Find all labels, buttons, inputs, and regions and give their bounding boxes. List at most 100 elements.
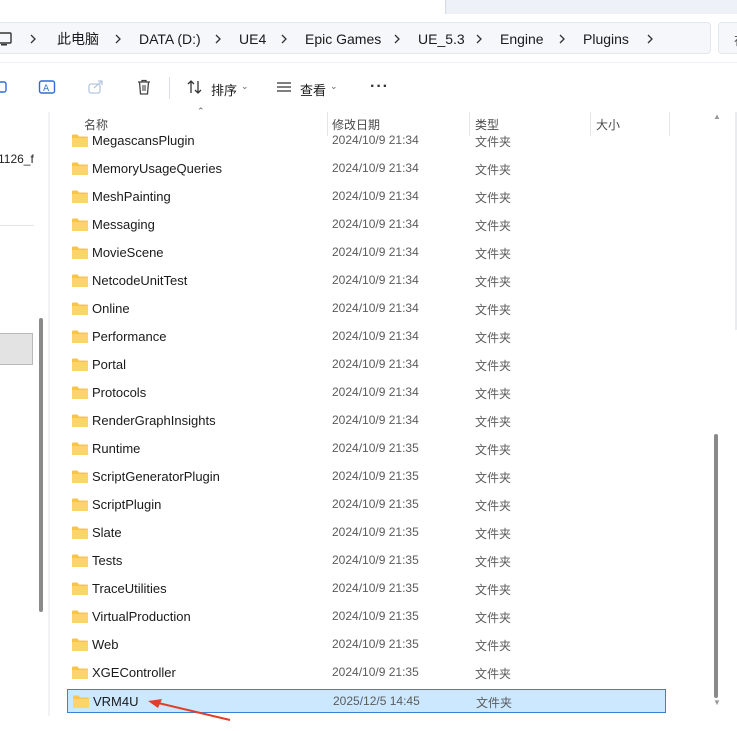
- table-row[interactable]: Protocols 2024/10/9 21:34 文件夹: [67, 381, 666, 405]
- tab-strip-empty: [447, 0, 737, 14]
- nav-item-partial[interactable]: 1126_f: [0, 152, 34, 166]
- file-date: 2024/10/9 21:35: [332, 525, 419, 539]
- breadcrumb-epic-games[interactable]: Epic Games: [305, 30, 381, 48]
- file-name: MovieScene: [92, 245, 164, 260]
- file-list: ⌃ 名称 修改日期 类型 大小 MegascansPlugin 2024/10/9…: [50, 106, 710, 716]
- breadcrumb-plugins[interactable]: Plugins: [583, 30, 629, 48]
- table-row[interactable]: NetcodeUnitTest 2024/10/9 21:34 文件夹: [67, 269, 666, 293]
- breadcrumb-ue4[interactable]: UE4: [239, 30, 266, 48]
- breadcrumb-engine[interactable]: Engine: [500, 30, 544, 48]
- folder-icon: [72, 470, 88, 483]
- file-type: 文件夹: [475, 639, 512, 653]
- folder-icon: [72, 582, 88, 595]
- breadcrumb-chevron-icon[interactable]: [557, 30, 567, 48]
- status-bar: [0, 716, 737, 731]
- file-name: Performance: [92, 329, 167, 344]
- breadcrumb-ue53[interactable]: UE_5.3: [418, 30, 465, 48]
- table-row[interactable]: Slate 2024/10/9 21:35 文件夹: [67, 521, 666, 545]
- file-date: 2024/10/9 21:34: [332, 133, 419, 147]
- breadcrumb-this-pc[interactable]: 此电脑: [57, 30, 99, 48]
- view-chevron-down-icon: ⌄: [330, 81, 338, 91]
- folder-icon: [72, 218, 88, 231]
- table-row[interactable]: RenderGraphInsights 2024/10/9 21:34 文件夹: [67, 409, 666, 433]
- more-options-button[interactable]: ···: [362, 73, 394, 103]
- table-row[interactable]: ScriptPlugin 2024/10/9 21:35 文件夹: [67, 493, 666, 517]
- red-arrow-icon: [148, 699, 231, 721]
- file-type: 文件夹: [475, 163, 512, 177]
- file-name: Runtime: [92, 441, 141, 456]
- table-row[interactable]: Online 2024/10/9 21:34 文件夹: [67, 297, 666, 321]
- scrollbar-thumb[interactable]: [714, 434, 718, 698]
- file-type: 文件夹: [475, 443, 512, 457]
- rename-icon[interactable]: A: [38, 78, 56, 96]
- table-row[interactable]: Portal 2024/10/9 21:34 文件夹: [67, 353, 666, 377]
- file-type: 文件夹: [475, 359, 512, 373]
- file-name: VRM4U: [93, 694, 139, 709]
- file-date: 2024/10/9 21:35: [332, 581, 419, 595]
- breadcrumb-chevron-icon[interactable]: [392, 30, 402, 48]
- share-icon[interactable]: [87, 78, 105, 96]
- file-date: 2024/10/9 21:34: [332, 301, 419, 315]
- breadcrumb-chevron-icon[interactable]: [645, 30, 655, 48]
- breadcrumb-data-drive[interactable]: DATA (D:): [139, 30, 201, 48]
- table-row[interactable]: Messaging 2024/10/9 21:34 文件夹: [67, 213, 666, 237]
- file-type: 文件夹: [475, 275, 512, 289]
- scroll-up-icon[interactable]: ▲: [713, 112, 721, 121]
- file-name: RenderGraphInsights: [92, 413, 216, 428]
- table-row[interactable]: MemoryUsageQueries 2024/10/9 21:34 文件夹: [67, 157, 666, 181]
- file-type: 文件夹: [475, 471, 512, 485]
- table-row[interactable]: MovieScene 2024/10/9 21:34 文件夹: [67, 241, 666, 265]
- file-name: NetcodeUnitTest: [92, 273, 188, 288]
- table-row[interactable]: VirtualProduction 2024/10/9 21:35 文件夹: [67, 605, 666, 629]
- delete-icon[interactable]: [135, 78, 153, 96]
- command-bar: A 排序 ⌄ 查看 ⌄ ···: [0, 62, 737, 112]
- sort-indicator-icon: ⌃: [197, 106, 205, 116]
- file-type: 文件夹: [475, 667, 512, 681]
- view-button[interactable]: 查看: [300, 80, 326, 99]
- file-name: MeshPainting: [92, 189, 171, 204]
- view-icon[interactable]: [275, 78, 293, 96]
- sort-button[interactable]: 排序: [211, 80, 237, 99]
- table-row[interactable]: MegascansPlugin 2024/10/9 21:34 文件夹: [67, 129, 666, 153]
- table-row[interactable]: Web 2024/10/9 21:35 文件夹: [67, 633, 666, 657]
- file-date: 2024/10/9 21:34: [332, 245, 419, 259]
- scroll-down-icon[interactable]: ▼: [713, 698, 721, 707]
- search-box[interactable]: 在: [718, 22, 737, 54]
- computer-icon: [0, 32, 12, 46]
- folder-icon: [72, 246, 88, 259]
- file-date: 2024/10/9 21:34: [332, 329, 419, 343]
- sort-icon[interactable]: [186, 78, 204, 96]
- table-row[interactable]: Performance 2024/10/9 21:34 文件夹: [67, 325, 666, 349]
- file-type: 文件夹: [475, 135, 512, 149]
- file-list-scrollbar[interactable]: ▲ ▼: [710, 112, 724, 716]
- file-type: 文件夹: [475, 611, 512, 625]
- file-date: 2024/10/9 21:34: [332, 189, 419, 203]
- table-row[interactable]: TraceUtilities 2024/10/9 21:35 文件夹: [67, 577, 666, 601]
- breadcrumb-chevron-icon[interactable]: [28, 30, 38, 48]
- breadcrumb-chevron-icon[interactable]: [113, 30, 123, 48]
- folder-icon: [72, 162, 88, 175]
- folder-icon: [72, 330, 88, 343]
- svg-text:A: A: [43, 84, 50, 94]
- details-pane-edge: [724, 112, 737, 716]
- active-tab[interactable]: [0, 0, 446, 14]
- share-stub-icon[interactable]: [0, 78, 10, 96]
- breadcrumb-chevron-icon[interactable]: [213, 30, 223, 48]
- nav-item-selected[interactable]: [0, 333, 33, 365]
- table-row[interactable]: MeshPainting 2024/10/9 21:34 文件夹: [67, 185, 666, 209]
- breadcrumb-chevron-icon[interactable]: [279, 30, 289, 48]
- file-type: 文件夹: [475, 555, 512, 569]
- file-date: 2024/10/9 21:35: [332, 469, 419, 483]
- table-row[interactable]: Runtime 2024/10/9 21:35 文件夹: [67, 437, 666, 461]
- file-date: 2024/10/9 21:34: [332, 385, 419, 399]
- table-row[interactable]: XGEController 2024/10/9 21:35 文件夹: [67, 661, 666, 685]
- file-name: TraceUtilities: [92, 581, 167, 596]
- table-row[interactable]: Tests 2024/10/9 21:35 文件夹: [67, 549, 666, 573]
- column-separator[interactable]: [669, 112, 670, 136]
- folder-icon: [72, 526, 88, 539]
- nav-divider: [0, 225, 34, 226]
- breadcrumb-chevron-icon[interactable]: [474, 30, 484, 48]
- table-row[interactable]: ScriptGeneratorPlugin 2024/10/9 21:35 文件夹: [67, 465, 666, 489]
- nav-scrollbar[interactable]: [39, 318, 43, 612]
- file-name: Web: [92, 637, 119, 652]
